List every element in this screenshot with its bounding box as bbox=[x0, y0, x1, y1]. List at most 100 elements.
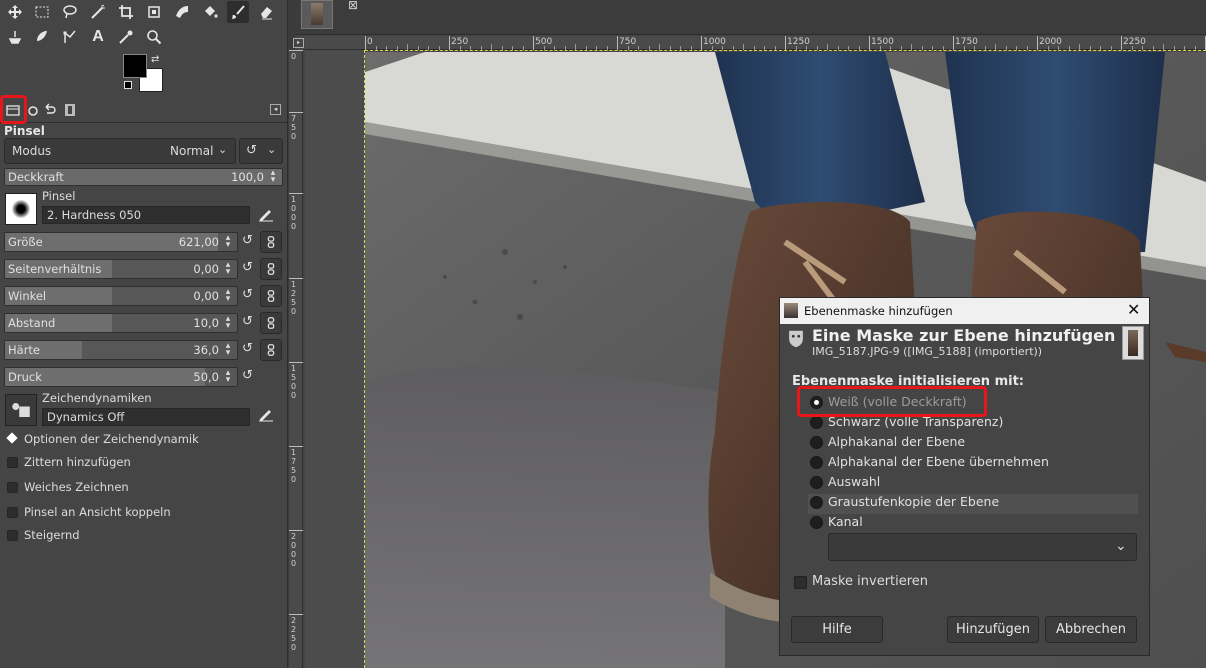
undo-history-tab-icon[interactable] bbox=[40, 100, 58, 120]
spacing-slider[interactable]: Abstand 10,0 ▴ ▾ bbox=[4, 313, 238, 333]
color-picker-tool-icon[interactable] bbox=[115, 26, 137, 48]
transform-tool-icon[interactable] bbox=[143, 1, 165, 23]
rect-select-tool-icon[interactable] bbox=[31, 1, 53, 23]
expander-icon[interactable] bbox=[6, 432, 18, 444]
ruler-tick bbox=[289, 50, 303, 51]
cancel-button[interactable]: Abbrechen bbox=[1045, 616, 1137, 643]
foreground-color-swatch[interactable] bbox=[123, 54, 147, 78]
eraser-tool-icon[interactable] bbox=[255, 1, 277, 23]
paths-tool-icon[interactable] bbox=[59, 26, 81, 48]
reset-icon[interactable]: ↺ bbox=[242, 260, 253, 275]
angle-slider[interactable]: Winkel 0,00 ▴ ▾ bbox=[4, 286, 238, 306]
reset-icon: ↺ bbox=[246, 143, 257, 158]
close-tab-icon[interactable]: ⊠ bbox=[348, 0, 358, 12]
invert-mask-checkbox[interactable] bbox=[794, 576, 807, 589]
text-tool-icon[interactable]: A bbox=[87, 26, 109, 48]
ruler-tick-label: 0 bbox=[291, 52, 297, 61]
edit-dynamics-icon[interactable] bbox=[256, 404, 276, 424]
spin-arrows-icon[interactable]: ▴ ▾ bbox=[222, 261, 234, 277]
dialog-titlebar[interactable]: Ebenenmaske hinzufügen ✕ bbox=[780, 298, 1149, 324]
dialog-heading: Eine Maske zur Ebene hinzufügen bbox=[812, 326, 1116, 345]
opacity-slider[interactable]: Deckkraft 100,0 ▴ ▾ bbox=[4, 168, 283, 186]
spin-arrows-icon[interactable]: ▴ ▾ bbox=[222, 369, 234, 385]
hardness-value: 36,0 bbox=[193, 343, 219, 357]
ruler-tick bbox=[701, 36, 702, 50]
zoom-tool-icon[interactable] bbox=[143, 26, 165, 48]
add-button[interactable]: Hinzufügen bbox=[947, 616, 1039, 643]
image-tabs-bar bbox=[295, 0, 1206, 35]
bucket-fill-tool-icon[interactable] bbox=[199, 1, 221, 23]
brush-name-field[interactable]: 2. Hardness 050 bbox=[42, 206, 250, 224]
images-tab-icon[interactable] bbox=[60, 100, 80, 120]
swap-colors-icon[interactable]: ⇄ bbox=[151, 54, 159, 65]
brush-preview[interactable] bbox=[5, 193, 37, 225]
radio-selection[interactable] bbox=[810, 476, 823, 489]
link-icon[interactable] bbox=[260, 285, 282, 307]
ruler-tick-label: 1 2 5 0 bbox=[291, 280, 297, 316]
fuzzy-select-tool-icon[interactable] bbox=[87, 1, 109, 23]
spin-arrows-icon[interactable]: ▴ ▾ bbox=[222, 288, 234, 304]
reset-icon[interactable]: ↺ bbox=[242, 341, 253, 356]
mode-value: Normal bbox=[170, 144, 214, 158]
radio-channel[interactable] bbox=[810, 516, 823, 529]
mode-reset-button[interactable]: ↺ ⌄ bbox=[239, 138, 283, 164]
radio-transfer-alpha[interactable] bbox=[810, 456, 823, 469]
smooth-stroke-checkbox[interactable] bbox=[7, 482, 18, 493]
spin-arrows-icon[interactable]: ▴ ▾ bbox=[222, 315, 234, 331]
ruler-tick bbox=[289, 530, 303, 531]
reset-icon[interactable]: ↺ bbox=[242, 233, 253, 248]
vertical-ruler[interactable]: 0 7 5 0 1 0 0 0 1 2 5 0 1 5 0 0 1 7 5 0 2 0 0 … bbox=[289, 50, 303, 668]
force-slider[interactable]: Druck 50,0 ▴ ▾ bbox=[4, 367, 238, 387]
clone-tool-icon[interactable] bbox=[4, 26, 26, 48]
aspect-ratio-slider[interactable]: Seitenverhältnis 0,00 ▴ ▾ bbox=[4, 259, 238, 279]
edit-brush-icon[interactable] bbox=[256, 204, 276, 224]
ruler-tick bbox=[289, 193, 303, 194]
ruler-tick bbox=[785, 36, 786, 50]
spin-arrows-icon[interactable]: ▴ ▾ bbox=[222, 342, 234, 358]
radio-black[interactable] bbox=[810, 416, 823, 429]
reset-icon[interactable]: ↺ bbox=[242, 287, 253, 302]
chevron-down-icon: ⌄ bbox=[1115, 538, 1127, 554]
quick-mask-toggle-icon[interactable]: ▸ bbox=[293, 38, 304, 48]
horizontal-ruler[interactable]: 02505007501000125015001750200022502500 bbox=[365, 36, 1206, 50]
radio-alpha[interactable] bbox=[810, 436, 823, 449]
reset-icon[interactable]: ↺ bbox=[242, 314, 253, 329]
incremental-checkbox[interactable] bbox=[7, 530, 18, 541]
smudge-tool-icon[interactable] bbox=[31, 26, 53, 48]
mode-select[interactable]: Modus Normal ⌄ bbox=[4, 138, 236, 164]
app-icon bbox=[784, 303, 798, 318]
configure-tab-icon[interactable]: ◂ bbox=[270, 104, 281, 115]
link-icon[interactable] bbox=[260, 312, 282, 334]
close-icon[interactable]: ✕ bbox=[1127, 300, 1140, 319]
channel-select[interactable]: ⌄ bbox=[828, 533, 1137, 561]
hardness-slider[interactable]: Härte 36,0 ▴ ▾ bbox=[4, 340, 238, 360]
lasso-tool-icon[interactable] bbox=[59, 1, 81, 23]
help-button[interactable]: Hilfe bbox=[791, 616, 883, 643]
link-icon[interactable] bbox=[260, 258, 282, 280]
size-slider[interactable]: Größe 621,00 ▴ ▾ bbox=[4, 232, 238, 252]
brush-label: Pinsel bbox=[42, 189, 76, 203]
paintbrush-tool-icon[interactable] bbox=[227, 1, 249, 23]
layer-mask-icon bbox=[785, 328, 807, 350]
warp-tool-icon[interactable] bbox=[171, 1, 193, 23]
spin-arrows-icon[interactable]: ▴ ▾ bbox=[267, 169, 279, 185]
move-tool-icon[interactable] bbox=[4, 1, 26, 23]
spin-arrows-icon[interactable]: ▴ ▾ bbox=[222, 234, 234, 250]
reset-colors-icon[interactable] bbox=[124, 81, 132, 89]
link-icon[interactable] bbox=[260, 231, 282, 253]
force-value: 50,0 bbox=[193, 370, 219, 384]
dynamics-options-expander[interactable]: Optionen der Zeichendynamik bbox=[24, 432, 199, 446]
reset-icon[interactable]: ↺ bbox=[242, 368, 253, 383]
dynamics-field[interactable]: Dynamics Off bbox=[42, 408, 250, 426]
image-tab-thumbnail[interactable] bbox=[301, 0, 333, 29]
link-icon[interactable] bbox=[260, 339, 282, 361]
lock-brush-to-view-checkbox[interactable] bbox=[7, 507, 18, 518]
ruler-tick bbox=[1121, 36, 1122, 50]
radio-grayscale[interactable] bbox=[810, 496, 823, 509]
size-value: 621,00 bbox=[178, 235, 219, 249]
crop-tool-icon[interactable] bbox=[115, 1, 137, 23]
dynamics-preview[interactable] bbox=[5, 394, 37, 426]
spacing-label: Abstand bbox=[8, 316, 56, 330]
ruler-tick-label: 7 5 0 bbox=[291, 114, 297, 141]
jitter-checkbox[interactable] bbox=[7, 457, 18, 468]
